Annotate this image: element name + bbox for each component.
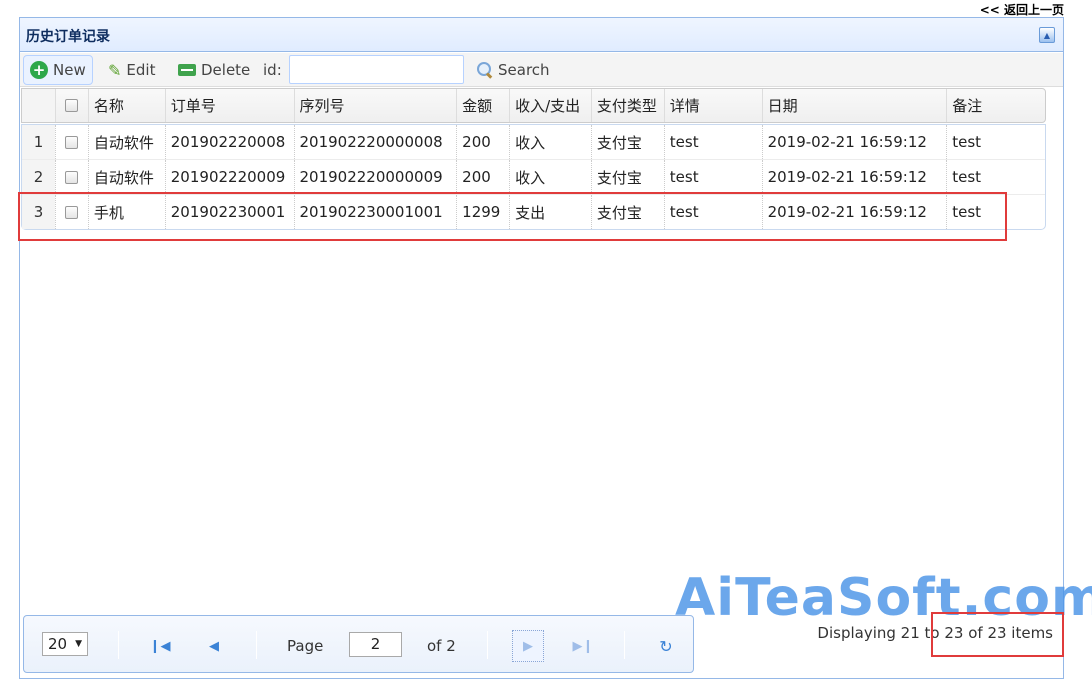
cell-amount: 200 bbox=[456, 160, 509, 194]
page-number-input[interactable]: 2 bbox=[349, 632, 402, 657]
table-row[interactable]: 1 自动软件 201902220008 201902220000008 200 … bbox=[22, 124, 1045, 159]
cell-name: 自动软件 bbox=[87, 125, 165, 159]
rownum-header bbox=[22, 89, 55, 122]
grid-body: 1 自动软件 201902220008 201902220000008 200 … bbox=[21, 124, 1046, 230]
row-number: 1 bbox=[22, 125, 55, 159]
cell-serial: 201902220000009 bbox=[293, 160, 457, 194]
row-checkbox[interactable] bbox=[54, 125, 88, 159]
row-checkbox[interactable] bbox=[54, 195, 88, 229]
next-page-icon: ▶ bbox=[523, 638, 533, 654]
pagination-bar: 20 ▼ ❙◀ ◀ Page 2 of 2 ▶ ▶❙ ↻ bbox=[23, 615, 694, 673]
grid-header: 名称 订单号 序列号 金额 收入/支出 支付类型 详情 日期 备注 bbox=[21, 88, 1046, 123]
cell-name: 手机 bbox=[87, 195, 165, 229]
cell-date: 2019-02-21 16:59:12 bbox=[761, 160, 947, 194]
cell-amount: 200 bbox=[456, 125, 509, 159]
page-label: Page bbox=[287, 637, 324, 655]
column-header[interactable]: 金额 bbox=[456, 89, 509, 122]
refresh-icon: ↻ bbox=[659, 636, 673, 656]
cell-type: 支出 bbox=[509, 195, 591, 229]
page-size-value: 20 bbox=[48, 635, 68, 653]
panel-title: 历史订单记录 bbox=[26, 29, 110, 45]
column-header[interactable]: 名称 bbox=[87, 89, 165, 122]
search-button[interactable]: Search bbox=[471, 55, 556, 85]
id-input[interactable] bbox=[289, 55, 464, 84]
cell-order-no: 201902220009 bbox=[164, 160, 294, 194]
panel-header: 历史订单记录 ▲ bbox=[20, 18, 1063, 52]
table-row[interactable]: 3 手机 201902230001 201902230001001 1299 支… bbox=[22, 194, 1045, 229]
cell-type: 收入 bbox=[509, 160, 591, 194]
cell-note: test bbox=[946, 125, 1045, 159]
cell-serial: 201902230001001 bbox=[293, 195, 457, 229]
search-icon bbox=[477, 62, 493, 78]
new-button[interactable]: + New bbox=[23, 55, 93, 85]
caret-down-icon: ▼ bbox=[75, 639, 82, 649]
id-label: id: bbox=[263, 61, 282, 79]
pencil-icon: ✎ bbox=[108, 60, 122, 80]
cell-date: 2019-02-21 16:59:12 bbox=[761, 125, 947, 159]
prev-page-icon: ◀ bbox=[209, 638, 219, 654]
column-header[interactable]: 日期 bbox=[761, 89, 947, 122]
next-page-button[interactable]: ▶ bbox=[512, 630, 544, 662]
last-page-icon: ▶❙ bbox=[572, 638, 594, 654]
cell-name: 自动软件 bbox=[87, 160, 165, 194]
cell-note: test bbox=[946, 160, 1045, 194]
first-page-button[interactable]: ❙◀ bbox=[144, 630, 176, 662]
add-icon: + bbox=[30, 61, 48, 79]
prev-page-button[interactable]: ◀ bbox=[198, 630, 230, 662]
row-number: 2 bbox=[22, 160, 55, 194]
pager-separator bbox=[487, 631, 488, 659]
row-number: 3 bbox=[22, 195, 55, 229]
row-checkbox[interactable] bbox=[54, 160, 88, 194]
pager-separator bbox=[118, 631, 119, 659]
cell-detail: test bbox=[663, 195, 762, 229]
edit-button[interactable]: ✎ Edit bbox=[102, 55, 161, 85]
cell-pay-type: 支付宝 bbox=[590, 160, 664, 194]
cell-amount: 1299 bbox=[456, 195, 509, 229]
cell-note: test bbox=[946, 195, 1045, 229]
back-link[interactable]: << 返回上一页 bbox=[980, 1, 1064, 18]
remove-icon bbox=[178, 64, 196, 76]
cell-order-no: 201902230001 bbox=[164, 195, 294, 229]
page-size-select[interactable]: 20 ▼ bbox=[42, 632, 88, 656]
last-page-button[interactable]: ▶❙ bbox=[567, 630, 599, 662]
column-header[interactable]: 订单号 bbox=[164, 89, 294, 122]
cell-serial: 201902220000008 bbox=[293, 125, 457, 159]
cell-date: 2019-02-21 16:59:12 bbox=[761, 195, 947, 229]
column-header[interactable]: 收入/支出 bbox=[509, 89, 591, 122]
cell-detail: test bbox=[663, 160, 762, 194]
cell-detail: test bbox=[663, 125, 762, 159]
new-button-label: New bbox=[53, 61, 86, 79]
search-button-label: Search bbox=[498, 61, 550, 79]
column-header[interactable]: 备注 bbox=[946, 89, 1045, 122]
cell-order-no: 201902220008 bbox=[164, 125, 294, 159]
watermark-text: AiTeaSoft.com bbox=[675, 568, 1092, 628]
refresh-button[interactable]: ↻ bbox=[650, 630, 682, 662]
column-header[interactable]: 序列号 bbox=[293, 89, 457, 122]
pager-separator bbox=[256, 631, 257, 659]
page-total-label: of 2 bbox=[427, 637, 456, 655]
edit-button-label: Edit bbox=[126, 61, 156, 79]
column-header[interactable]: 详情 bbox=[663, 89, 762, 122]
table-row[interactable]: 2 自动软件 201902220009 201902220000009 200 … bbox=[22, 159, 1045, 194]
pager-separator bbox=[624, 631, 625, 659]
toolbar: + New ✎ Edit Delete id: Search bbox=[20, 53, 1063, 87]
cell-type: 收入 bbox=[509, 125, 591, 159]
column-header[interactable]: 支付类型 bbox=[590, 89, 664, 122]
cell-pay-type: 支付宝 bbox=[590, 125, 664, 159]
collapse-icon[interactable]: ▲ bbox=[1039, 27, 1055, 43]
delete-button-label: Delete bbox=[201, 61, 251, 79]
delete-button[interactable]: Delete bbox=[172, 55, 256, 85]
first-page-icon: ❙◀ bbox=[149, 638, 171, 654]
select-all-checkbox[interactable] bbox=[54, 89, 88, 122]
cell-pay-type: 支付宝 bbox=[590, 195, 664, 229]
